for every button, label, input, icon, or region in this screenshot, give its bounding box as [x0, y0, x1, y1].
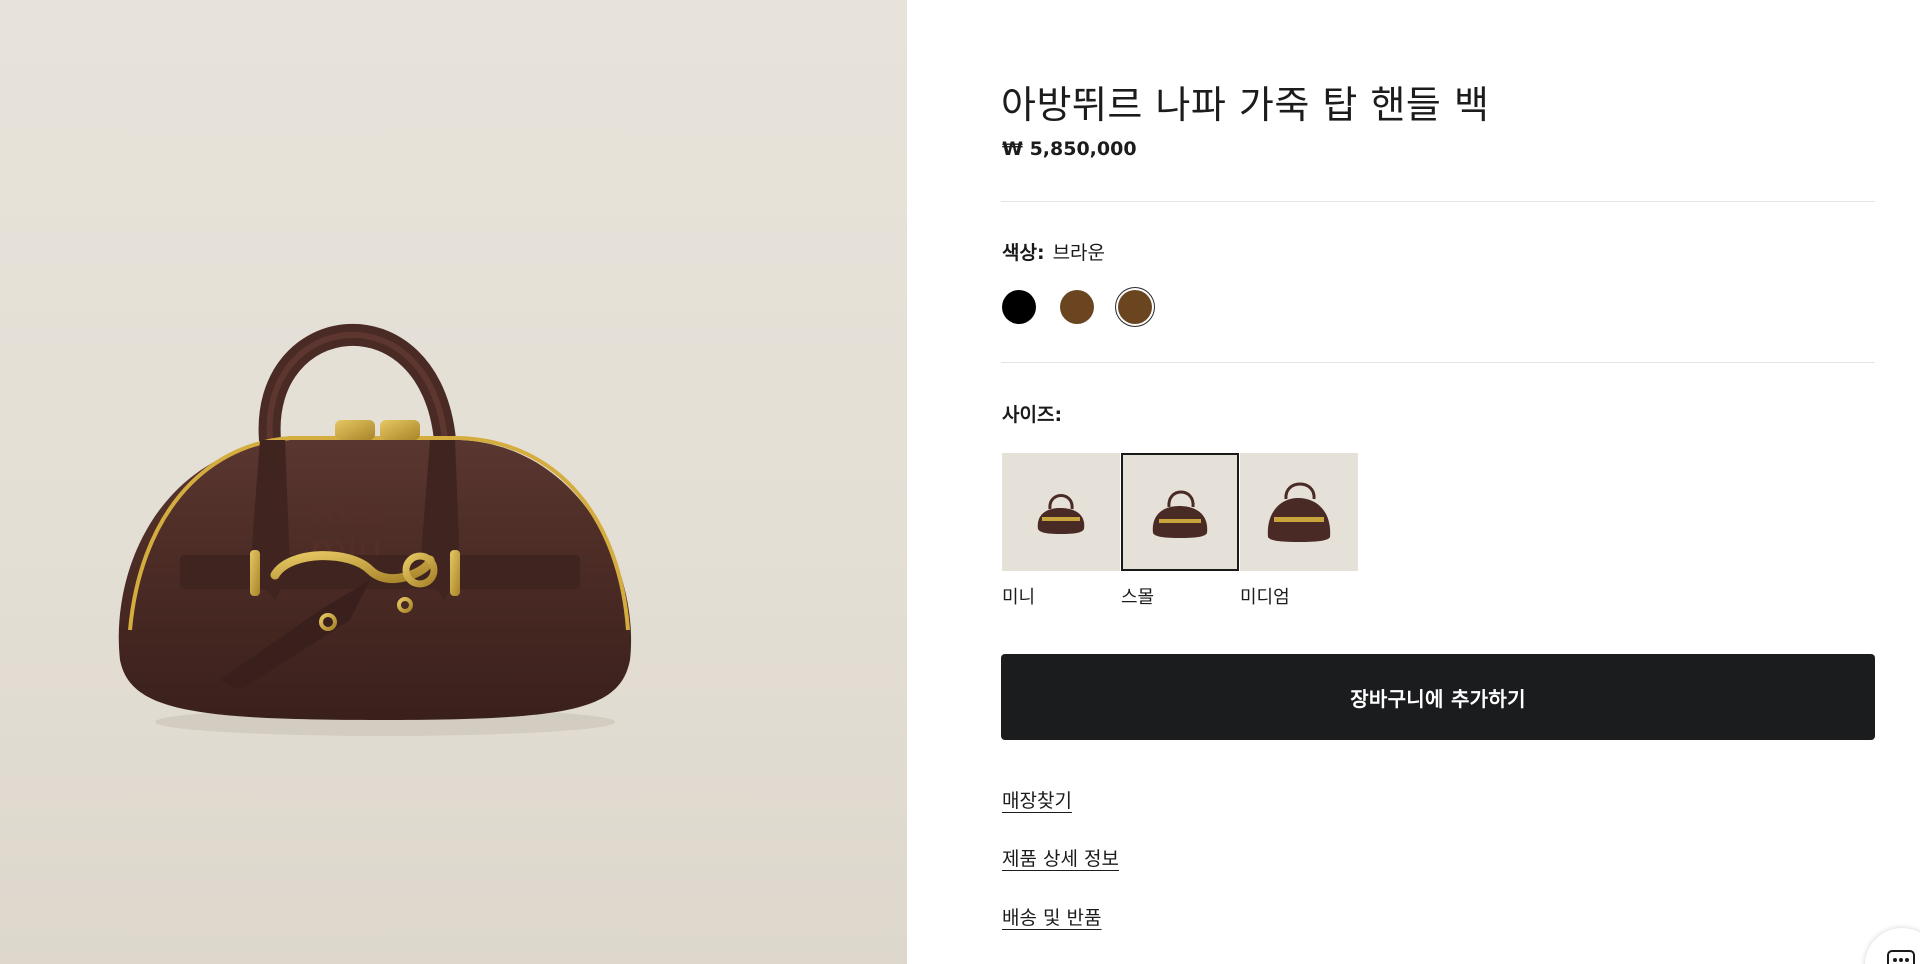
color-swatch-brown[interactable] [1060, 290, 1094, 324]
shipping-returns-link[interactable]: 배송 및 반품 [1002, 903, 1101, 930]
bag-thumbnail-icon [1037, 494, 1085, 534]
product-page: miu miu 아방뛰르 나파 가죽 탑 핸들 백 ₩ 5,850,000 색상… [0, 0, 1920, 964]
color-swatches [1002, 290, 1152, 324]
product-details-link[interactable]: 제품 상세 정보 [1002, 844, 1119, 871]
chat-icon [1887, 950, 1915, 964]
color-value: 브라운 [1052, 242, 1106, 264]
size-thumbnail [1002, 453, 1120, 571]
product-image[interactable]: miu miu [0, 0, 907, 964]
product-info-panel: 아방뛰르 나파 가죽 탑 핸들 백 ₩ 5,850,000 색상: 브라운 사이즈… [907, 0, 1920, 964]
size-name: 미디엄 [1240, 587, 1290, 608]
bag-thumbnail-icon [1267, 482, 1331, 542]
bag-image-icon: miu miu [118, 324, 632, 736]
chat-button[interactable] [1865, 928, 1920, 964]
color-selector-label: 색상: 브라운 [1002, 238, 1105, 265]
bag-thumbnail-icon [1152, 490, 1208, 538]
size-option-mini[interactable]: 미니 [1002, 453, 1121, 609]
size-option-small[interactable]: 스몰 [1121, 453, 1240, 609]
color-swatch-brown-selected[interactable] [1118, 290, 1152, 324]
add-to-cart-button[interactable]: 장바구니에 추가하기 [1001, 654, 1875, 740]
size-thumbnail [1240, 453, 1358, 571]
size-option-medium[interactable]: 미디엄 [1240, 453, 1359, 609]
size-name: 스몰 [1121, 587, 1155, 608]
size-thumbnail [1121, 453, 1239, 571]
color-label: 색상: [1002, 242, 1045, 264]
size-options: 미니 스몰 미디엄 [1002, 453, 1359, 609]
color-swatch-black[interactable] [1002, 290, 1036, 324]
product-title: 아방뛰르 나파 가죽 탑 핸들 백 [1001, 83, 1490, 127]
product-price: ₩ 5,850,000 [1002, 138, 1137, 160]
size-name: 미니 [1002, 587, 1036, 608]
divider [1001, 362, 1875, 363]
size-label: 사이즈: [1002, 404, 1063, 426]
divider [1001, 201, 1875, 202]
find-store-link[interactable]: 매장찾기 [1002, 786, 1072, 813]
